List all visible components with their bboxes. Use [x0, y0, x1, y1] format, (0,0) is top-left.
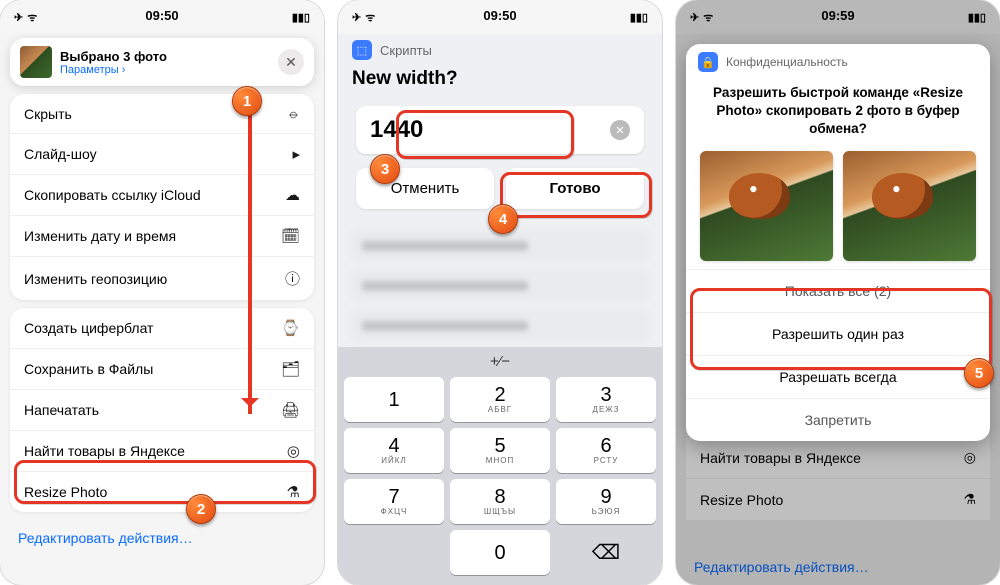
key-9[interactable]: 9ЬЭЮЯ: [556, 479, 656, 524]
action-label: Resize Photo: [24, 484, 107, 500]
step-badge-2: 2: [186, 494, 216, 524]
parameters-link[interactable]: Параметры ›: [60, 64, 270, 76]
action-icon: 🗂: [281, 360, 300, 378]
action-row-a0[interactable]: Скрыть ⦵: [10, 94, 314, 133]
action-label: Изменить геопозицию: [24, 271, 167, 287]
key-blank[interactable]: [344, 530, 444, 575]
step-badge-1: 1: [232, 86, 262, 116]
annotation-arrow: [248, 106, 252, 414]
action-icon: ▸: [292, 145, 300, 163]
privacy-app-icon: 🔒: [698, 52, 718, 72]
action-row-b3[interactable]: Найти товары в Яндексе ◎: [10, 430, 314, 471]
action-label: Изменить дату и время: [24, 228, 176, 244]
step-badge-3: 3: [370, 154, 400, 184]
prompt-text: New width?: [338, 66, 662, 106]
plusminus-key[interactable]: +⁄−: [490, 353, 510, 370]
key-7[interactable]: 7ФХЦЧ: [344, 479, 444, 524]
action-row-a2[interactable]: Скопировать ссылку iCloud ☁: [10, 174, 314, 215]
action-icon: ⚗: [287, 483, 300, 501]
photo-thumb-2: [843, 151, 976, 262]
action-row-b1[interactable]: Сохранить в Файлы 🗂: [10, 348, 314, 389]
action-row-a3[interactable]: Изменить дату и время 🗓: [10, 215, 314, 256]
clear-input-icon[interactable]: ✕: [610, 120, 630, 140]
shortcut-app-header: ⬚ Скрипты: [338, 34, 662, 66]
action-label: Скопировать ссылку iCloud: [24, 187, 201, 203]
action-row-b4[interactable]: Resize Photo ⚗: [10, 471, 314, 512]
airplane-icon: ✈: [14, 11, 23, 24]
clock: 09:50: [145, 8, 178, 23]
background-blur: [350, 229, 650, 343]
done-button[interactable]: Готово: [506, 168, 644, 209]
status-bar: ✈ ᯤ 09:50 ▮▮▯: [0, 0, 324, 34]
numeric-keyboard: +⁄− 12АБВГ3ДЕЖЗ 4ИЙКЛ5МНОП6РСТУ 7ФХЦЧ8ШЩЪЫ…: [338, 347, 662, 585]
privacy-card: 🔒 Конфиденциальность Разрешить быстрой к…: [686, 44, 990, 441]
actions-list-1: Скрыть ⦵ Слайд-шоу ▸ Скопировать ссылку iClo…: [10, 94, 314, 300]
action-row-a1[interactable]: Слайд-шоу ▸: [10, 133, 314, 174]
width-input-value: 1440: [370, 116, 423, 144]
action-icon: ⌚: [281, 319, 300, 337]
action-icon: ☁: [285, 186, 300, 204]
status-bar: ✈ ᯤ 09:50 ▮▮▯: [338, 0, 662, 34]
phone-privacy-dialog: ✈ᯤ 09:59 ▮▮▯ Напечатать🖨Найти товары в Я…: [676, 0, 1000, 585]
action-icon: 🗓: [281, 227, 300, 245]
close-button[interactable]: ✕: [278, 49, 304, 75]
key-1[interactable]: 1: [344, 377, 444, 422]
airplane-icon: ✈: [352, 11, 361, 24]
action-row-b2[interactable]: Напечатать 🖨: [10, 389, 314, 430]
wifi-icon: ᯤ: [27, 10, 37, 25]
key-6[interactable]: 6РСТУ: [556, 428, 656, 473]
phone-input-dialog: ✈ ᯤ 09:50 ▮▮▯ ⬚ Скрипты New width? 1440 ✕…: [338, 0, 662, 585]
scripts-app-icon: ⬚: [352, 40, 372, 60]
actions-list-2: Создать циферблат ⌚ Сохранить в Файлы 🗂 Напе…: [10, 308, 314, 512]
key-8[interactable]: 8ШЩЪЫ: [450, 479, 550, 524]
action-label: Слайд-шоу: [24, 146, 97, 162]
action-icon: ◎: [287, 442, 300, 460]
privacy-message: Разрешить быстрой команде «Resize Photo»…: [686, 80, 990, 151]
wifi-icon: ᯤ: [365, 10, 375, 25]
battery-icon: ▮▮▯: [292, 11, 310, 24]
deny-button[interactable]: Запретить: [686, 398, 990, 441]
width-input[interactable]: 1440 ✕: [356, 106, 644, 154]
allow-always-button[interactable]: Разрешать всегда: [686, 355, 990, 398]
key-5[interactable]: 5МНОП: [450, 428, 550, 473]
share-header: Выбрано 3 фото Параметры › ✕: [10, 38, 314, 86]
action-icon: ⦵: [287, 105, 300, 122]
privacy-header: Конфиденциальность: [726, 55, 848, 69]
battery-icon: ▮▮▯: [630, 11, 648, 24]
key-⌫[interactable]: ⌫: [556, 530, 656, 575]
clock: 09:50: [483, 8, 516, 23]
step-badge-5: 5: [964, 358, 994, 388]
action-icon: ⓘ: [285, 268, 300, 289]
action-label: Найти товары в Яндексе: [24, 443, 185, 459]
selection-thumbnail: [20, 46, 52, 78]
show-all-button[interactable]: Показать все (2): [686, 269, 990, 312]
key-2[interactable]: 2АБВГ: [450, 377, 550, 422]
shortcut-app-label: Скрипты: [380, 43, 432, 58]
selection-title: Выбрано 3 фото: [60, 49, 270, 64]
key-4[interactable]: 4ИЙКЛ: [344, 428, 444, 473]
action-row-a4[interactable]: Изменить геопозицию ⓘ: [10, 256, 314, 300]
step-badge-4: 4: [488, 204, 518, 234]
action-icon: 🖨: [281, 401, 300, 419]
action-row-b0[interactable]: Создать циферблат ⌚: [10, 308, 314, 348]
action-label: Напечатать: [24, 402, 99, 418]
action-label: Создать циферблат: [24, 320, 153, 336]
phone-share-sheet: ✈ ᯤ 09:50 ▮▮▯ Выбрано 3 фото Параметры › …: [0, 0, 324, 585]
action-label: Скрыть: [24, 106, 72, 122]
key-0[interactable]: 0: [450, 530, 550, 575]
action-label: Сохранить в Файлы: [24, 361, 153, 377]
allow-once-button[interactable]: Разрешить один раз: [686, 312, 990, 355]
edit-actions-link[interactable]: Редактировать действия…: [0, 520, 324, 556]
photo-thumb-1: [700, 151, 833, 262]
key-3[interactable]: 3ДЕЖЗ: [556, 377, 656, 422]
